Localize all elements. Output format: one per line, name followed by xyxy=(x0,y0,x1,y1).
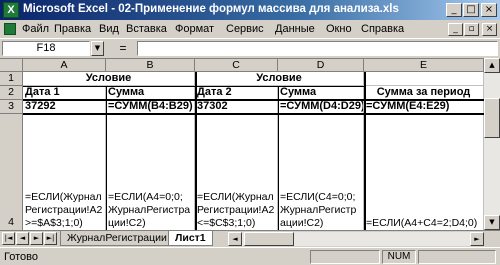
workbook-close-button[interactable]: × xyxy=(482,23,497,36)
menu-bar: Файл Правка Вид Вставка Формат Сервис Да… xyxy=(0,20,500,38)
cell-e1[interactable] xyxy=(364,72,484,86)
cell-c3[interactable]: 37302 xyxy=(195,100,278,114)
menu-help[interactable]: Справка xyxy=(361,22,404,36)
last-sheet-icon[interactable]: ►| xyxy=(44,232,57,245)
maximize-button[interactable]: □ xyxy=(463,3,479,17)
name-box-dropdown-icon[interactable]: ▼ xyxy=(91,41,104,56)
scroll-down-icon[interactable]: ▼ xyxy=(484,215,500,230)
horizontal-scroll-thumb[interactable] xyxy=(244,232,294,246)
title-bar: X Microsoft Excel - 02-Применение формул… xyxy=(0,0,500,20)
column-header-a[interactable]: A xyxy=(23,59,106,72)
cell-b4-text: =ЕСЛИ(A4=0;0;ЖурналРегистрации!C2) xyxy=(108,191,191,229)
cell-e3[interactable]: =СУММ(E4:E29) xyxy=(364,100,484,114)
menu-window[interactable]: Окно xyxy=(326,22,352,36)
cell-e4-text: =ЕСЛИ(A4+C4=2;D4;0) xyxy=(366,217,478,229)
menu-tools[interactable]: Сервис xyxy=(226,22,264,36)
workbook-minimize-button[interactable]: _ xyxy=(448,23,463,36)
cell-c4-text: =ЕСЛИ(ЖурналРегистрации!A2<=$C$3;1;0) xyxy=(197,191,275,229)
num-lock-indicator: NUM xyxy=(382,250,416,264)
scroll-right-icon[interactable]: ► xyxy=(470,232,484,246)
scroll-left-icon[interactable]: ◄ xyxy=(228,232,242,246)
worksheet-grid[interactable]: A B C D E 1 2 3 4 Условие Условие Дата 1… xyxy=(0,58,484,230)
status-panel-empty xyxy=(418,250,496,264)
cell-a1[interactable]: Условие xyxy=(23,72,195,86)
menu-edit[interactable]: Правка xyxy=(54,22,91,36)
menu-format[interactable]: Формат xyxy=(175,22,214,36)
close-button[interactable]: × xyxy=(481,3,497,17)
menu-data[interactable]: Данные xyxy=(275,22,315,36)
first-sheet-icon[interactable]: |◄ xyxy=(2,232,15,245)
window-title: Microsoft Excel - 02-Применение формул м… xyxy=(23,3,399,15)
row-header-4-label: 4 xyxy=(8,216,14,228)
formula-bar: F18 ▼ = xyxy=(0,38,500,58)
row-header-1[interactable]: 1 xyxy=(0,72,23,86)
formula-input[interactable] xyxy=(137,41,498,56)
sheet-tab-list1[interactable]: Лист1 xyxy=(168,231,213,246)
scroll-up-icon[interactable]: ▲ xyxy=(484,58,500,73)
column-header-c[interactable]: C xyxy=(195,59,278,72)
cell-b4[interactable]: =ЕСЛИ(A4=0;0;ЖурналРегистрации!C2) xyxy=(106,114,195,230)
menu-view[interactable]: Вид xyxy=(99,22,119,36)
cell-a3[interactable]: 37292 xyxy=(23,100,106,114)
workbook-icon[interactable] xyxy=(4,23,16,35)
cell-a4-text: =ЕСЛИ(ЖурналРегистрации!A2>=$A$3;1;0) xyxy=(25,191,103,229)
cell-c2[interactable]: Дата 2 xyxy=(195,86,278,100)
cell-c1[interactable]: Условие xyxy=(195,72,364,86)
border-line xyxy=(364,72,366,230)
border-line xyxy=(23,99,484,101)
border-line xyxy=(106,86,107,230)
row-header-4[interactable]: 4 xyxy=(0,114,23,230)
horizontal-scrollbar[interactable]: ◄ ► xyxy=(228,232,484,246)
column-header-d[interactable]: D xyxy=(278,59,364,72)
cell-e2[interactable]: Сумма за период xyxy=(364,86,484,100)
row-header-2[interactable]: 2 xyxy=(0,86,23,100)
cell-b3[interactable]: =СУММ(B4:B29) xyxy=(106,100,195,114)
status-bar: Готово NUM xyxy=(0,247,500,265)
column-header-b[interactable]: B xyxy=(106,59,195,72)
vertical-scroll-thumb[interactable] xyxy=(484,98,500,138)
cell-d2[interactable]: Сумма xyxy=(278,86,364,100)
status-panel-empty xyxy=(310,250,380,264)
status-text: Готово xyxy=(4,251,38,263)
name-box[interactable]: F18 xyxy=(2,41,90,56)
cell-e4[interactable]: =ЕСЛИ(A4+C4=2;D4;0) xyxy=(364,114,484,230)
minimize-button[interactable]: _ xyxy=(446,3,462,17)
sheet-tab-bar: |◄ ◄ ► ►| ЖурналРегистрации Лист1 ◄ ► xyxy=(0,230,500,247)
next-sheet-icon[interactable]: ► xyxy=(30,232,43,245)
cell-a2[interactable]: Дата 1 xyxy=(23,86,106,100)
cell-d4[interactable]: =ЕСЛИ(C4=0;0;ЖурналРегистрации!C2) xyxy=(278,114,364,230)
cell-a4[interactable]: =ЕСЛИ(ЖурналРегистрации!A2>=$A$3;1;0) xyxy=(23,114,106,230)
border-line xyxy=(23,113,484,115)
border-line xyxy=(278,86,279,230)
menu-file[interactable]: Файл xyxy=(22,22,49,36)
prev-sheet-icon[interactable]: ◄ xyxy=(16,232,29,245)
select-all-corner[interactable] xyxy=(0,59,23,72)
vertical-scrollbar[interactable]: ▲ ▼ xyxy=(484,58,500,230)
cell-d4-text: =ЕСЛИ(C4=0;0;ЖурналРегистрации!C2) xyxy=(280,191,357,229)
cell-b2[interactable]: Сумма xyxy=(106,86,195,100)
border-line xyxy=(23,86,366,87)
workbook-restore-button[interactable]: ▫ xyxy=(464,23,479,36)
sheet-tab-journal[interactable]: ЖурналРегистрации xyxy=(60,231,174,246)
excel-app-icon[interactable]: X xyxy=(3,2,19,18)
border-line xyxy=(195,72,197,230)
equals-icon[interactable]: = xyxy=(113,41,133,56)
cell-d3[interactable]: =СУММ(D4:D29) xyxy=(278,100,364,114)
cell-c4[interactable]: =ЕСЛИ(ЖурналРегистрации!A2<=$C$3;1;0) xyxy=(195,114,278,230)
menu-insert[interactable]: Вставка xyxy=(126,22,167,36)
row-header-3[interactable]: 3 xyxy=(0,100,23,114)
column-header-e[interactable]: E xyxy=(364,59,484,72)
